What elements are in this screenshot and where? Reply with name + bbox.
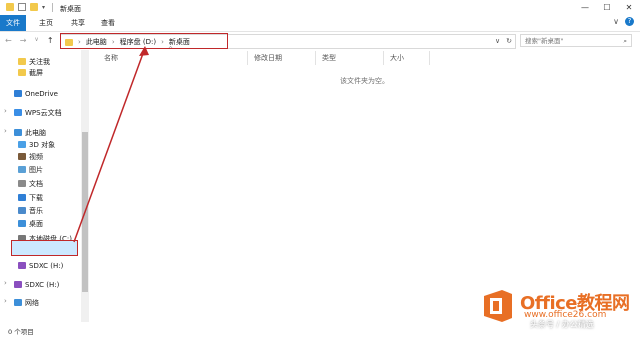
expand-chevron-icon[interactable]: › (4, 107, 7, 115)
watermark-text: 头条号 / 办公精选 (530, 320, 594, 329)
status-bar: 0 个项目 (8, 328, 34, 336)
expand-chevron-icon[interactable]: › (4, 279, 7, 287)
expand-chevron-icon[interactable]: › (4, 127, 7, 135)
expand-chevron-icon[interactable]: › (4, 297, 7, 305)
office-logo-icon (484, 290, 512, 322)
